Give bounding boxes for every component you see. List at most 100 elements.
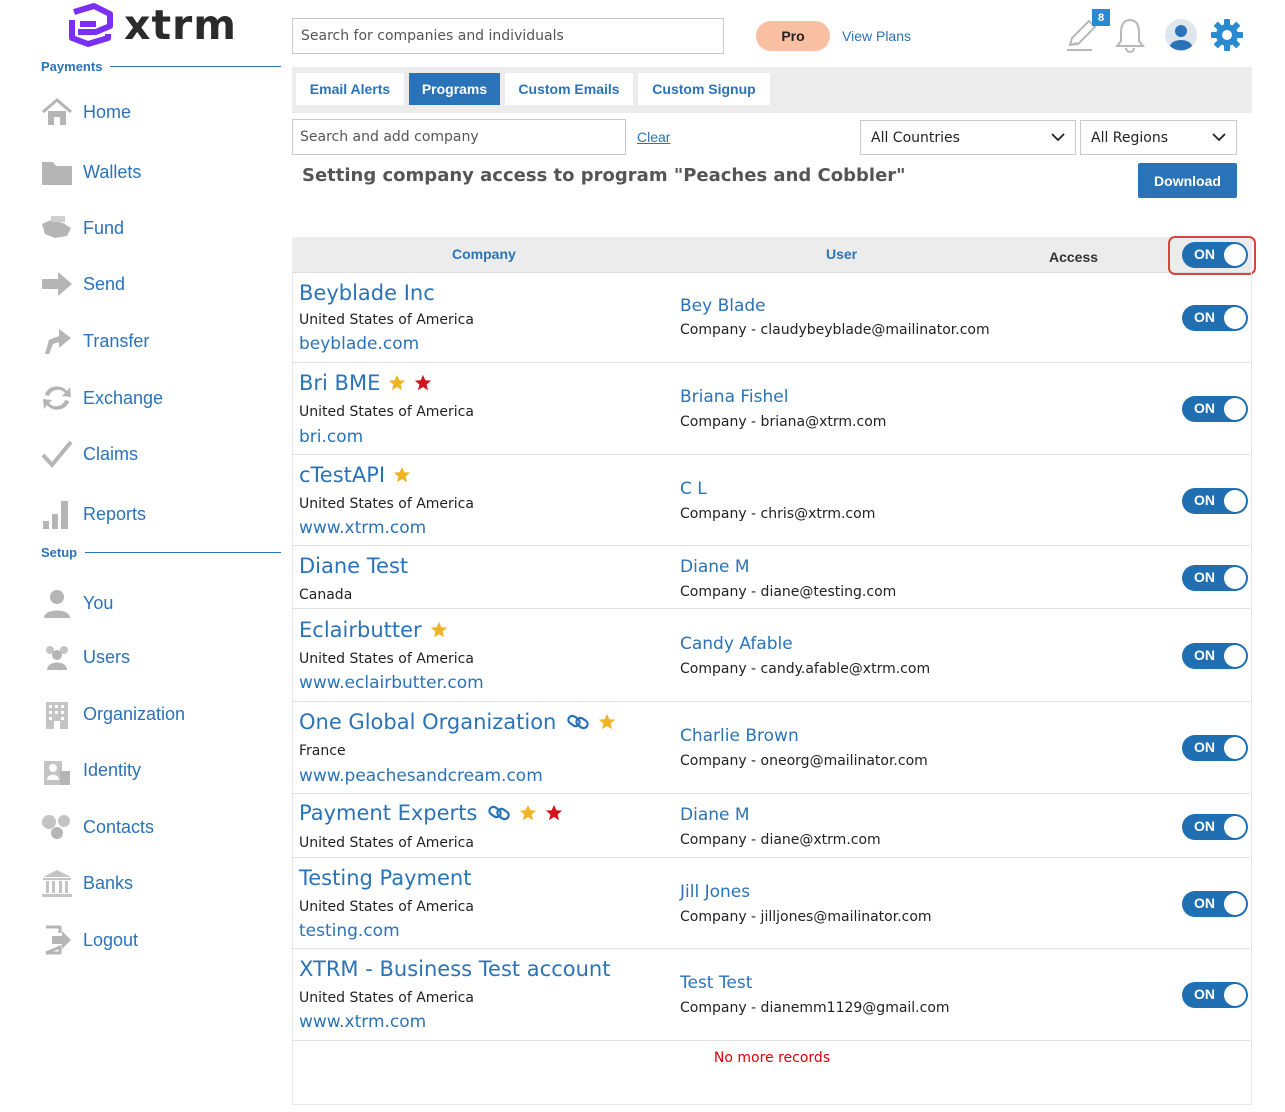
company-name: One Global Organization bbox=[299, 710, 557, 734]
building-icon bbox=[40, 697, 74, 731]
access-toggle[interactable]: ON bbox=[1182, 396, 1248, 422]
user-name-link[interactable]: Diane M bbox=[680, 805, 750, 825]
clear-link[interactable]: Clear bbox=[637, 129, 670, 145]
sidebar-item-logout[interactable]: Logout bbox=[40, 922, 138, 958]
toggle-knob bbox=[1224, 893, 1246, 915]
company-website-link[interactable]: bri.com bbox=[299, 427, 363, 447]
bell-icon[interactable] bbox=[1113, 14, 1147, 56]
user-name-link[interactable]: Charlie Brown bbox=[680, 726, 799, 746]
access-toggle[interactable]: ON bbox=[1182, 814, 1248, 840]
company-name-link[interactable]: Eclairbutter bbox=[299, 618, 448, 642]
sidebar-item-wallets[interactable]: Wallets bbox=[40, 154, 141, 190]
column-header-user[interactable]: User bbox=[826, 246, 857, 262]
sidebar-item-label: Logout bbox=[83, 929, 139, 950]
access-toggle[interactable]: ON bbox=[1182, 891, 1248, 917]
user-name-link[interactable]: C L bbox=[680, 479, 707, 499]
company-name-link[interactable]: Diane Test bbox=[299, 554, 408, 578]
pro-badge[interactable]: Pro bbox=[756, 21, 830, 51]
exchange-icon bbox=[40, 381, 74, 415]
company-name: XTRM - Business Test account bbox=[299, 957, 611, 981]
xtrm-logo[interactable]: xtrm bbox=[66, 2, 246, 48]
company-website-link[interactable]: beyblade.com bbox=[299, 334, 419, 354]
company-name-link[interactable]: cTestAPI bbox=[299, 463, 411, 487]
column-header-access: Access bbox=[1049, 249, 1099, 265]
company-country: United States of America bbox=[299, 404, 474, 420]
tab-custom-signup[interactable]: Custom Signup bbox=[638, 73, 770, 105]
access-toggle[interactable]: ON bbox=[1182, 982, 1248, 1008]
checkmark-icon bbox=[40, 437, 74, 471]
toggle-label: ON bbox=[1194, 895, 1215, 911]
payments-heading-label: Payments bbox=[41, 59, 103, 74]
toggle-knob bbox=[1224, 984, 1246, 1006]
company-website-link[interactable]: www.xtrm.com bbox=[299, 518, 426, 538]
access-toggle[interactable]: ON bbox=[1182, 305, 1248, 331]
toggle-label: ON bbox=[1194, 309, 1215, 325]
column-header-company[interactable]: Company bbox=[452, 246, 516, 262]
company-name: Eclairbutter bbox=[299, 618, 422, 642]
company-name-link[interactable]: Payment Experts bbox=[299, 801, 563, 825]
sidebar-item-organization[interactable]: Organization bbox=[40, 696, 185, 732]
user-name-link[interactable]: Briana Fishel bbox=[680, 387, 788, 407]
toggle-knob bbox=[1224, 816, 1246, 838]
company-website-link[interactable]: www.peachesandcream.com bbox=[299, 766, 543, 786]
home-icon bbox=[40, 95, 74, 129]
regions-select[interactable]: All Regions bbox=[1080, 120, 1237, 155]
transfer-icon bbox=[40, 324, 74, 358]
toggle-label: ON bbox=[1194, 400, 1215, 416]
sidebar-item-fund[interactable]: Fund bbox=[40, 210, 124, 246]
sidebar-item-label: Users bbox=[83, 646, 131, 667]
view-plans-link[interactable]: View Plans bbox=[842, 28, 911, 44]
sidebar-item-exchange[interactable]: Exchange bbox=[40, 380, 163, 416]
sidebar-item-send[interactable]: Send bbox=[40, 266, 125, 302]
tab-email-alerts[interactable]: Email Alerts bbox=[296, 73, 404, 105]
sidebar-item-identity[interactable]: Identity bbox=[40, 752, 141, 788]
sidebar-item-home[interactable]: Home bbox=[40, 94, 131, 130]
sidebar-item-label: Reports bbox=[83, 503, 147, 524]
table-row: Beyblade Inc United States of America be… bbox=[292, 272, 1250, 363]
table-row: One Global Organization France www.peach… bbox=[292, 702, 1250, 794]
sidebar-item-transfer[interactable]: Transfer bbox=[40, 323, 149, 359]
user-name-link[interactable]: Jill Jones bbox=[680, 882, 750, 902]
global-search-input[interactable] bbox=[292, 18, 724, 54]
company-website-link[interactable]: www.eclairbutter.com bbox=[299, 673, 484, 693]
user-name-link[interactable]: Candy Afable bbox=[680, 634, 793, 654]
bar-chart-icon bbox=[40, 497, 74, 531]
company-name-link[interactable]: Beyblade Inc bbox=[299, 281, 435, 305]
sidebar-item-contacts[interactable]: Contacts bbox=[40, 809, 154, 845]
company-website-link[interactable]: testing.com bbox=[299, 921, 400, 941]
user-name-link[interactable]: Bey Blade bbox=[680, 296, 766, 316]
tab-custom-emails[interactable]: Custom Emails bbox=[505, 73, 633, 105]
toggle-label: ON bbox=[1194, 492, 1215, 508]
download-button[interactable]: Download bbox=[1138, 163, 1237, 198]
access-toggle[interactable]: ON bbox=[1182, 565, 1248, 591]
user-avatar-icon[interactable] bbox=[1163, 14, 1199, 56]
sidebar-item-users[interactable]: Users bbox=[40, 639, 130, 675]
setup-heading-label: Setup bbox=[41, 545, 78, 560]
link-icon bbox=[487, 804, 511, 822]
toggle-label: ON bbox=[1194, 818, 1215, 834]
access-toggle[interactable]: ON bbox=[1182, 488, 1248, 514]
access-toggle[interactable]: ON bbox=[1182, 735, 1248, 761]
company-search-input[interactable] bbox=[292, 119, 626, 155]
settings-gear-icon[interactable] bbox=[1208, 14, 1246, 56]
company-website-link[interactable]: www.xtrm.com bbox=[299, 1012, 426, 1032]
sidebar-item-banks[interactable]: Banks bbox=[40, 865, 133, 901]
toggle-knob bbox=[1224, 398, 1246, 420]
sidebar-item-label: Organization bbox=[83, 703, 186, 724]
user-name-link[interactable]: Test Test bbox=[680, 973, 752, 993]
company-country: France bbox=[299, 743, 346, 759]
sidebar-item-claims[interactable]: Claims bbox=[40, 436, 138, 472]
tab-programs[interactable]: Programs bbox=[409, 73, 500, 105]
sidebar-item-you[interactable]: You bbox=[40, 585, 113, 621]
sidebar-item-reports[interactable]: Reports bbox=[40, 496, 146, 532]
company-name-link[interactable]: XTRM - Business Test account bbox=[299, 957, 610, 981]
company-name-link[interactable]: Testing Payment bbox=[299, 866, 471, 890]
countries-select[interactable]: All Countries bbox=[860, 120, 1076, 155]
user-detail: Company - diane@testing.com bbox=[680, 584, 897, 600]
user-name-link[interactable]: Diane M bbox=[680, 557, 750, 577]
sidebar-item-label: Transfer bbox=[83, 330, 150, 351]
no-more-records-message: No more records bbox=[713, 1050, 831, 1066]
access-toggle[interactable]: ON bbox=[1182, 643, 1248, 669]
company-name-link[interactable]: One Global Organization bbox=[299, 710, 616, 734]
company-name-link[interactable]: Bri BME bbox=[299, 371, 432, 395]
